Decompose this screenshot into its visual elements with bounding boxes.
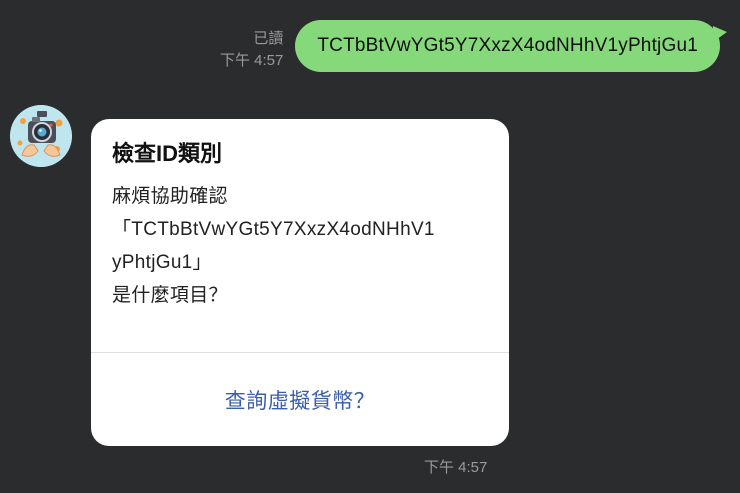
outgoing-timestamp: 下午 4:57 (219, 52, 284, 69)
chat-window: { "outgoing": { "read_status": "已讀", "ti… (0, 0, 740, 493)
bubble-tail (713, 26, 727, 42)
card-action-label: 查詢虛擬貨幣？ (224, 390, 376, 413)
outgoing-message-row: 已讀 下午 4:57 TCTbBtVwYGt5Y7XxzX4odNHhV1yPh… (220, 20, 727, 72)
outgoing-message-text: TCTbBtVwYGt5Y7XxzX4odNHhV1yPhtjGu1 (317, 35, 698, 56)
card-text-line: yPhtjGu1」 (112, 252, 212, 273)
card-text-line: 麻煩協助確認 (112, 186, 228, 207)
query-crypto-button[interactable]: 查詢虛擬貨幣？ (91, 353, 509, 446)
card-title: 檢查ID類別 (112, 141, 223, 166)
outgoing-message-bubble[interactable]: TCTbBtVwYGt5Y7XxzX4odNHhV1yPhtjGu1 (295, 20, 727, 72)
card-text-line: 是什麼項目？ (112, 285, 228, 306)
camera-cartoon-icon[interactable] (10, 105, 72, 167)
card-body: 檢查ID類別 麻煩協助確認 「TCTbBtVwYGt5Y7XxzX4odNHhV… (91, 119, 509, 332)
outgoing-message-meta: 已讀 下午 4:57 (220, 28, 283, 72)
read-status: 已讀 (253, 30, 284, 47)
card-text-line: 「TCTbBtVwYGt5Y7XxzX4odNHhV1 (112, 219, 435, 240)
message-card: 檢查ID類別 麻煩協助確認 「TCTbBtVwYGt5Y7XxzX4odNHhV… (91, 119, 509, 446)
incoming-timestamp: 下午 4:57 (424, 459, 488, 476)
